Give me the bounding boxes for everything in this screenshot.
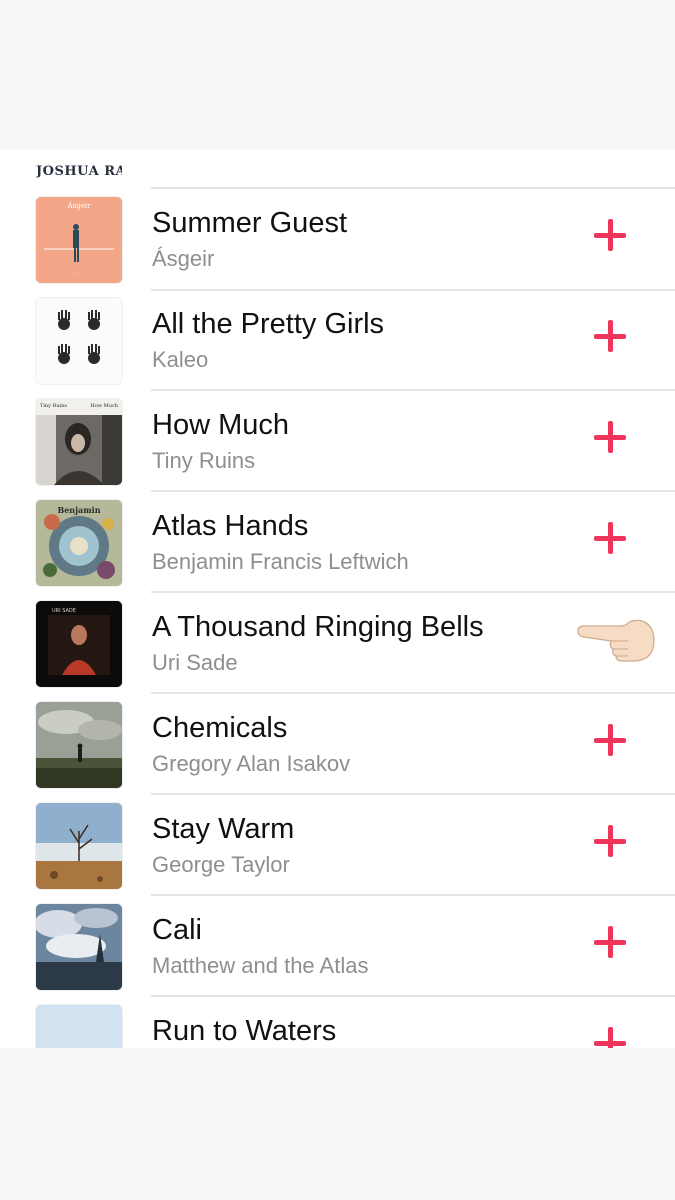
list-item[interactable]: Chemicals Gregory Alan Isakov [0,694,675,794]
song-artist: George Taylor [152,852,290,877]
album-art-image [36,803,122,889]
pointing-hand-icon [577,619,655,662]
add-icon[interactable] [594,320,626,352]
song-artist: Ásgeir [152,246,215,271]
album-art-image: Benjamin [36,500,122,586]
song-title: A Thousand Ringing Bells [152,611,484,643]
list-item-partial[interactable]: JOSHUA RADIN [0,150,675,188]
add-icon[interactable] [594,926,626,958]
song-title: Summer Guest [152,207,347,239]
album-art-image [36,298,122,384]
album-art-text: Tiny Ruins [40,403,67,409]
add-icon[interactable] [594,522,626,554]
list-item[interactable]: Ásgeir · · · Summer Guest Ásgeir [0,189,675,289]
list-item[interactable]: Benjamin Atlas Hands Benjamin Francis Le… [0,492,675,592]
album-art-text: How Much [90,403,118,409]
album-art-image: URI SADE [36,601,122,687]
list-item[interactable]: URI SADE A Thousand Ringing Bells Uri Sa… [0,593,675,693]
bottom-bar [0,1048,675,1200]
svg-text:· · ·: · · · [75,271,83,277]
song-title: How Much [152,409,289,441]
add-icon[interactable] [594,219,626,251]
album-art-text: URI SADE [52,608,76,614]
list-item[interactable]: Run to Waters [0,997,675,1048]
song-title: Chemicals [152,712,288,744]
album-art [36,803,122,889]
add-icon[interactable] [594,1027,626,1048]
album-art-image [36,904,122,990]
album-art: URI SADE [36,601,122,687]
album-art-text: Ásgeir [67,201,92,210]
song-artist: Benjamin Francis Leftwich [152,549,409,574]
song-title: Cali [152,914,202,946]
album-art-image: Ásgeir · · · [36,197,122,283]
album-art [36,298,122,384]
song-title: Run to Waters [152,1015,337,1047]
album-art [36,1005,122,1048]
album-art-image: Tiny Ruins How Much [36,399,122,485]
album-art: Ásgeir · · · [36,197,122,283]
album-art [36,702,122,788]
list-item[interactable]: Tiny Ruins How Much How Much Tiny Ruins [0,391,675,491]
album-art-text: JOSHUA RADIN [36,164,122,178]
album-art [36,904,122,990]
song-artist: Tiny Ruins [152,448,256,473]
song-title: Stay Warm [152,813,295,845]
song-title: Atlas Hands [152,510,309,542]
song-artist: Kaleo [152,347,209,372]
add-icon[interactable] [594,825,626,857]
add-icon[interactable] [594,421,626,453]
album-art: JOSHUA RADIN [36,150,122,178]
song-artist: Uri Sade [152,650,238,675]
album-art: Tiny Ruins How Much [36,399,122,485]
album-art-image [36,1005,122,1048]
add-icon[interactable] [594,724,626,756]
song-artist: Gregory Alan Isakov [152,751,351,776]
list-item[interactable]: Cali Matthew and the Atlas [0,896,675,996]
album-art: Benjamin [36,500,122,586]
song-list: JOSHUA RADIN Ásgeir · · · Summer Guest Á… [0,150,675,1048]
album-art-text: Benjamin [57,505,100,515]
song-artist: Matthew and the Atlas [152,953,369,978]
top-bar [0,0,675,150]
album-art-image [36,702,122,788]
list-item[interactable]: All the Pretty Girls Kaleo [0,290,675,390]
list-item[interactable]: Stay Warm George Taylor [0,795,675,895]
song-title: All the Pretty Girls [152,308,385,340]
